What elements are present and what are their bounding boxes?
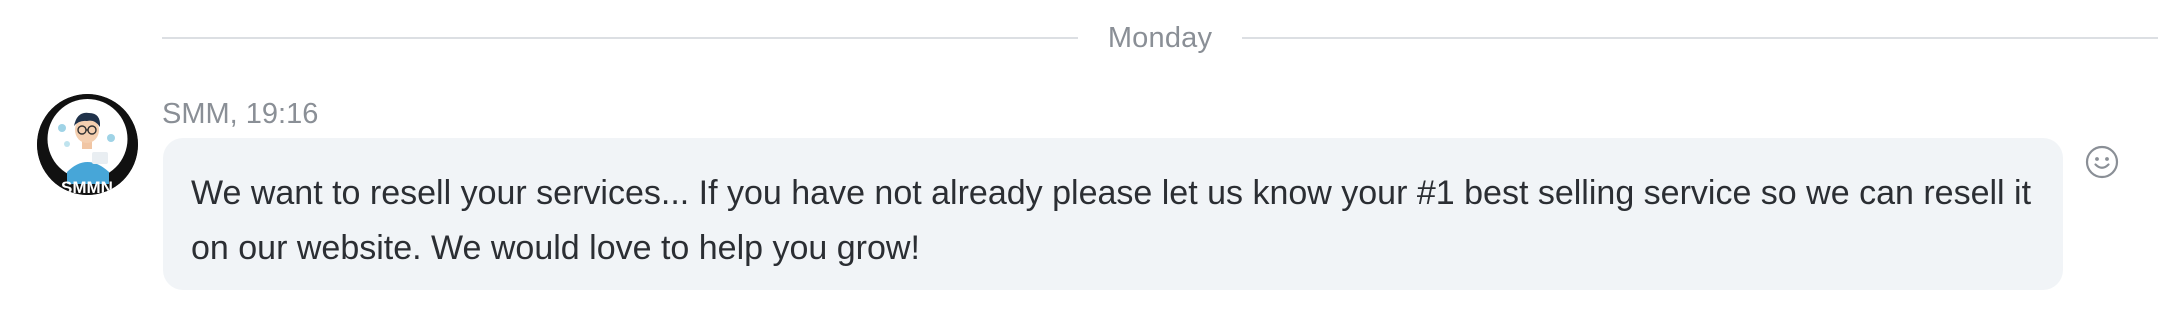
add-reaction-button[interactable] bbox=[2080, 140, 2124, 184]
divider-line-right bbox=[1242, 37, 2158, 39]
divider-line-left bbox=[162, 37, 1078, 39]
day-divider-label: Monday bbox=[1107, 21, 1213, 54]
message-meta: SMM, 19:16 bbox=[162, 98, 319, 130]
smiley-face-icon bbox=[2085, 145, 2119, 179]
avatar-illustration: SMMN bbox=[37, 94, 138, 195]
sender-avatar[interactable]: SMMN bbox=[37, 94, 138, 195]
message-bubble[interactable]: We want to resell your services... If yo… bbox=[163, 138, 2063, 290]
message-text: We want to resell your services... If yo… bbox=[191, 174, 2032, 267]
avatar-label: SMMN bbox=[61, 178, 113, 195]
day-divider: Monday bbox=[162, 14, 2158, 62]
